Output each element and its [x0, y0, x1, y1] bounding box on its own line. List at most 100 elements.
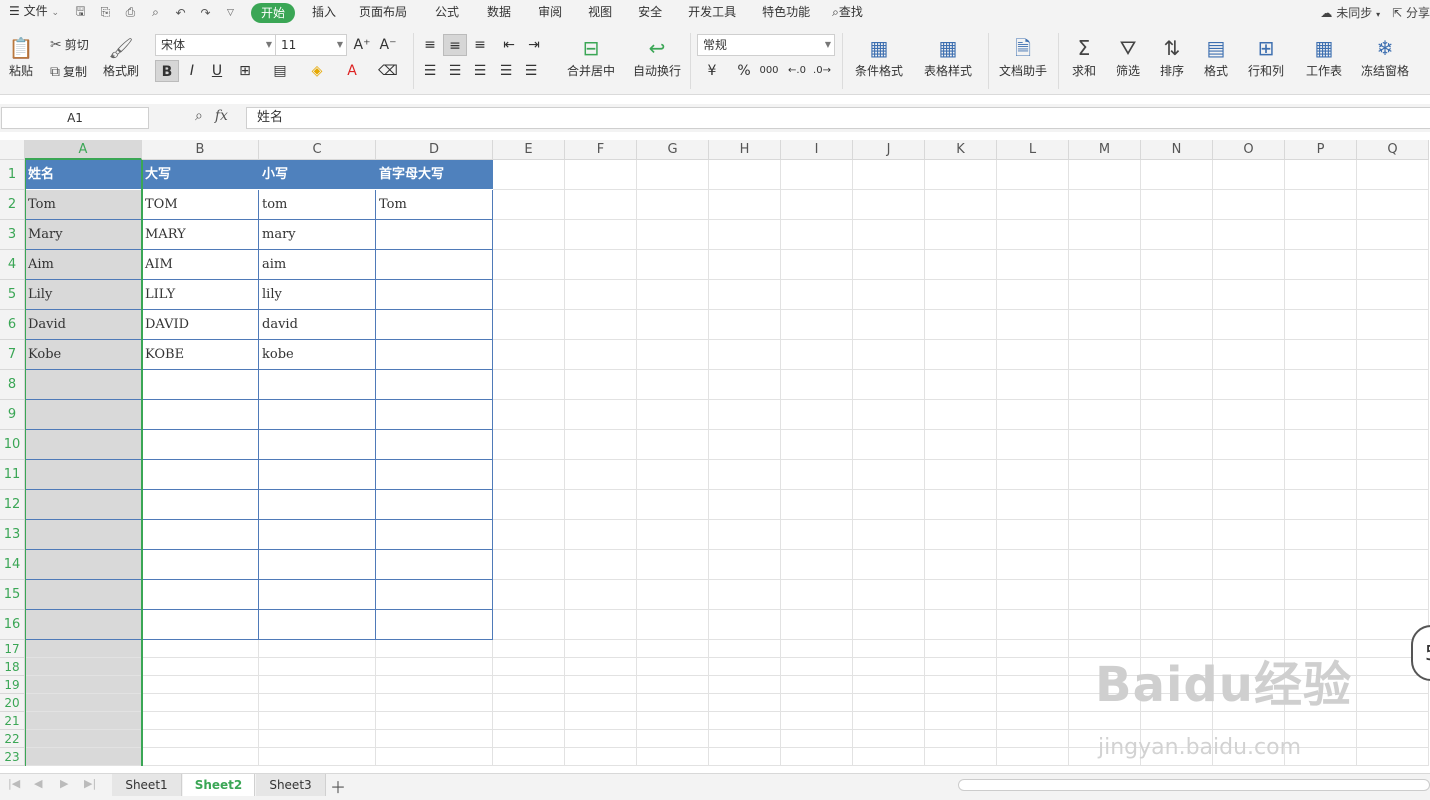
cell-style-icon[interactable]: ▤: [268, 60, 292, 82]
cell-c22[interactable]: [259, 730, 376, 748]
font-color-icon[interactable]: A: [340, 60, 364, 82]
cell-h9[interactable]: [709, 400, 781, 430]
cell-d22[interactable]: [376, 730, 493, 748]
cell-f20[interactable]: [565, 694, 637, 712]
cell-g21[interactable]: [637, 712, 709, 730]
cell-m4[interactable]: [1069, 250, 1141, 280]
cell-h8[interactable]: [709, 370, 781, 400]
cell-b18[interactable]: [142, 658, 259, 676]
cell-f6[interactable]: [565, 310, 637, 340]
cell-m1[interactable]: [1069, 160, 1141, 190]
row-header-13[interactable]: 13: [0, 520, 25, 550]
cell-i22[interactable]: [781, 730, 853, 748]
cell-g9[interactable]: [637, 400, 709, 430]
cell-j4[interactable]: [853, 250, 925, 280]
doc-assistant-button[interactable]: 🗎 文档助手: [996, 33, 1050, 79]
rows-cols-button[interactable]: ⊞ 行和列: [1242, 33, 1290, 79]
cell-b1[interactable]: 大写: [142, 160, 259, 190]
cell-h17[interactable]: [709, 640, 781, 658]
cell-m11[interactable]: [1069, 460, 1141, 490]
cell-e5[interactable]: [493, 280, 565, 310]
print-icon[interactable]: ⎙: [118, 5, 143, 20]
row-header-20[interactable]: 20: [0, 694, 25, 712]
cell-p14[interactable]: [1285, 550, 1357, 580]
cell-h1[interactable]: [709, 160, 781, 190]
cell-f21[interactable]: [565, 712, 637, 730]
horizontal-scrollbar[interactable]: [958, 779, 1430, 791]
cell-c14[interactable]: [259, 550, 376, 580]
cell-l12[interactable]: [997, 490, 1069, 520]
cell-n8[interactable]: [1141, 370, 1213, 400]
cell-q19[interactable]: [1357, 676, 1429, 694]
filter-button[interactable]: ⛛ 筛选: [1110, 33, 1146, 79]
add-sheet-icon[interactable]: ＋: [330, 774, 346, 798]
cell-c12[interactable]: [259, 490, 376, 520]
cell-a1[interactable]: 姓名: [25, 160, 142, 190]
fx-icon[interactable]: fx: [215, 108, 228, 124]
cell-c11[interactable]: [259, 460, 376, 490]
cell-h4[interactable]: [709, 250, 781, 280]
cell-g14[interactable]: [637, 550, 709, 580]
cell-i10[interactable]: [781, 430, 853, 460]
cell-c6[interactable]: david: [259, 310, 376, 340]
cell-f13[interactable]: [565, 520, 637, 550]
float-badge[interactable]: 5: [1411, 625, 1430, 681]
cell-c23[interactable]: [259, 748, 376, 766]
cell-p12[interactable]: [1285, 490, 1357, 520]
customize-dropdown-icon[interactable]: ▽: [218, 8, 243, 18]
column-header-b[interactable]: B: [142, 140, 259, 160]
cell-l2[interactable]: [997, 190, 1069, 220]
cell-d17[interactable]: [376, 640, 493, 658]
cell-q7[interactable]: [1357, 340, 1429, 370]
cell-n16[interactable]: [1141, 610, 1213, 640]
sheet-tab-sheet3[interactable]: Sheet3: [256, 774, 326, 796]
cell-a18[interactable]: [25, 658, 142, 676]
cell-e10[interactable]: [493, 430, 565, 460]
cell-m3[interactable]: [1069, 220, 1141, 250]
cell-f11[interactable]: [565, 460, 637, 490]
cell-a17[interactable]: [25, 640, 142, 658]
cell-q9[interactable]: [1357, 400, 1429, 430]
cell-e11[interactable]: [493, 460, 565, 490]
cell-g22[interactable]: [637, 730, 709, 748]
cell-a22[interactable]: [25, 730, 142, 748]
percent-button[interactable]: %: [732, 60, 756, 82]
cell-d8[interactable]: [376, 370, 493, 400]
share-button[interactable]: ⇱ 分享: [1392, 4, 1430, 21]
cell-h21[interactable]: [709, 712, 781, 730]
cell-o13[interactable]: [1213, 520, 1285, 550]
cell-o3[interactable]: [1213, 220, 1285, 250]
cell-f9[interactable]: [565, 400, 637, 430]
align-bottom-icon[interactable]: ≡: [468, 34, 492, 56]
cell-b19[interactable]: [142, 676, 259, 694]
cell-f19[interactable]: [565, 676, 637, 694]
row-header-15[interactable]: 15: [0, 580, 25, 610]
cell-b21[interactable]: [142, 712, 259, 730]
cell-e9[interactable]: [493, 400, 565, 430]
row-header-7[interactable]: 7: [0, 340, 25, 370]
cell-i7[interactable]: [781, 340, 853, 370]
cell-o1[interactable]: [1213, 160, 1285, 190]
cell-e12[interactable]: [493, 490, 565, 520]
cell-m6[interactable]: [1069, 310, 1141, 340]
cell-k1[interactable]: [925, 160, 997, 190]
cell-q2[interactable]: [1357, 190, 1429, 220]
cell-m2[interactable]: [1069, 190, 1141, 220]
row-header-16[interactable]: 16: [0, 610, 25, 640]
cell-n2[interactable]: [1141, 190, 1213, 220]
cell-f17[interactable]: [565, 640, 637, 658]
row-header-1[interactable]: 1: [0, 160, 25, 190]
cell-g20[interactable]: [637, 694, 709, 712]
formula-input[interactable]: 姓名: [246, 107, 1430, 129]
cell-a3[interactable]: Mary: [25, 220, 142, 250]
cell-b4[interactable]: AIM: [142, 250, 259, 280]
cell-m5[interactable]: [1069, 280, 1141, 310]
row-header-9[interactable]: 9: [0, 400, 25, 430]
row-header-2[interactable]: 2: [0, 190, 25, 220]
cell-a21[interactable]: [25, 712, 142, 730]
cell-b23[interactable]: [142, 748, 259, 766]
indent-increase-icon[interactable]: ⇥: [522, 34, 546, 56]
cell-l15[interactable]: [997, 580, 1069, 610]
cell-k22[interactable]: [925, 730, 997, 748]
cell-o11[interactable]: [1213, 460, 1285, 490]
